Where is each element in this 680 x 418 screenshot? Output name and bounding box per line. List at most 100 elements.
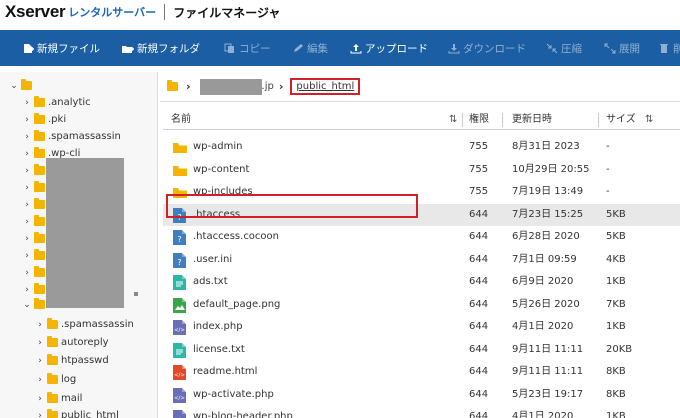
- file-modified: 4月1日 2020: [512, 321, 574, 332]
- tree-item[interactable]: › autoreply: [36, 334, 109, 351]
- tree-item[interactable]: ›: [23, 264, 48, 281]
- chevron-right-icon[interactable]: ›: [36, 338, 44, 348]
- tree-item[interactable]: › public_html: [36, 407, 119, 418]
- tree-item[interactable]: ›: [23, 247, 48, 264]
- sort-icon[interactable]: ⇅: [449, 110, 457, 130]
- unknown-file-icon: ?: [173, 252, 187, 268]
- tree-item[interactable]: ›: [23, 213, 48, 230]
- table-row[interactable]: wp-admin 755 8月31日 2023 -: [163, 136, 680, 158]
- toolbar-button-new-folder[interactable]: 新規フォルダ: [116, 30, 206, 66]
- tree-item-label: htpasswd: [61, 355, 109, 366]
- table-row[interactable]: </> wp-activate.php 644 5月23日 19:17 8KB: [163, 384, 680, 406]
- chevron-right-icon[interactable]: ›: [23, 217, 31, 227]
- chevron-right-icon[interactable]: ›: [36, 375, 44, 385]
- chevron-right-icon[interactable]: ›: [23, 200, 31, 210]
- table-row[interactable]: </> readme.html 644 9月11日 11:11 8KB: [163, 361, 680, 383]
- chevron-right-icon[interactable]: ›: [23, 251, 31, 261]
- column-header-modified[interactable]: 更新日時: [512, 110, 552, 130]
- redacted-domain[interactable]: [199, 78, 262, 95]
- table-row[interactable]: default_page.png 644 5月26日 2020 7KB: [163, 294, 680, 316]
- toolbar-button-label: ダウンロード: [463, 42, 526, 55]
- file-size: -: [606, 141, 610, 152]
- toolbar-button-copy[interactable]: コピー: [218, 30, 277, 66]
- folder-icon: [21, 79, 32, 90]
- chevron-right-icon[interactable]: ›: [23, 166, 31, 176]
- chevron-right-icon[interactable]: ›: [23, 149, 31, 159]
- code-file-icon: </>: [173, 387, 187, 403]
- toolbar-button-new-file[interactable]: 新規ファイル: [16, 30, 106, 66]
- sort-icon[interactable]: ⇅: [645, 110, 653, 130]
- chevron-right-icon[interactable]: ›: [36, 356, 44, 366]
- file-modified: 5月26日 2020: [512, 298, 580, 310]
- file-size: 8KB: [606, 366, 626, 377]
- file-permission: 755: [469, 163, 489, 175]
- redacted-region: [46, 158, 124, 308]
- chevron-right-icon[interactable]: ›: [23, 132, 31, 142]
- toolbar-button-upload[interactable]: アップロード: [344, 30, 434, 66]
- file-size: 5KB: [606, 231, 626, 242]
- file-permission: 644: [469, 366, 489, 377]
- chevron-right-icon[interactable]: ›: [36, 411, 44, 418]
- tree-item[interactable]: › .pki: [23, 111, 66, 128]
- compress-icon: [546, 43, 558, 54]
- chevron-right-icon[interactable]: ›: [23, 234, 31, 244]
- file-size: 1KB: [606, 411, 626, 418]
- tree-item[interactable]: ›: [23, 179, 48, 196]
- table-row[interactable]: </> index.php 644 4月1日 2020 1KB: [163, 316, 680, 338]
- tree-item[interactable]: ›: [23, 162, 48, 179]
- table-row[interactable]: ? .user.ini 644 7月1日 09:59 4KB: [163, 249, 680, 271]
- column-header-size[interactable]: サイズ: [606, 110, 636, 130]
- chevron-right-icon[interactable]: ›: [36, 394, 44, 404]
- chevron-down-icon[interactable]: ⌄: [10, 81, 18, 91]
- chevron-right-icon[interactable]: ›: [36, 320, 44, 330]
- tree-item[interactable]: › .wp-cli: [23, 145, 80, 162]
- tree-item[interactable]: › .spamassassin: [23, 128, 121, 145]
- folder-icon: [47, 318, 58, 329]
- tree-item[interactable]: ›: [23, 230, 48, 247]
- file-permission: 644: [469, 253, 489, 265]
- chevron-right-icon[interactable]: ›: [23, 285, 31, 295]
- file-permission: 755: [469, 141, 489, 152]
- tree-item[interactable]: ⌄: [23, 296, 48, 313]
- column-header-name[interactable]: 名前: [171, 110, 191, 130]
- folder-icon: [47, 409, 58, 418]
- breadcrumb-domain-suffix[interactable]: .jp: [262, 81, 274, 92]
- tree-item[interactable]: › log: [36, 371, 76, 388]
- toolbar-button-delete[interactable]: 削除: [652, 30, 680, 66]
- file-name: wp-admin: [193, 141, 243, 152]
- brand-logo[interactable]: Xserver: [5, 2, 66, 22]
- table-row[interactable]: wp-content 755 10月29日 20:55 -: [163, 159, 680, 181]
- chevron-right-icon[interactable]: ›: [23, 183, 31, 193]
- toolbar-button-extract[interactable]: 展開: [598, 30, 646, 66]
- table-row[interactable]: wp-includes 755 7月19日 13:49 -: [163, 181, 680, 203]
- breadcrumb-current[interactable]: public_html: [290, 78, 361, 95]
- table-row[interactable]: ? .htaccess 644 7月23日 15:25 5KB: [163, 203, 680, 226]
- toolbar-button-edit[interactable]: 編集: [286, 30, 334, 66]
- chevron-right-icon[interactable]: ›: [23, 98, 31, 108]
- tree-item[interactable]: › .analytic: [23, 94, 91, 111]
- tree-item-label: .spamassassin: [48, 131, 121, 142]
- extract-icon: [604, 43, 616, 54]
- file-modified: 7月23日 15:25: [512, 208, 584, 220]
- toolbar-button-label: 新規フォルダ: [137, 42, 200, 55]
- file-modified: 6月28日 2020: [512, 231, 580, 242]
- chevron-down-icon[interactable]: ⌄: [23, 300, 31, 310]
- toolbar-button-compress[interactable]: 圧縮: [540, 30, 588, 66]
- tree-item[interactable]: › htpasswd: [36, 352, 109, 369]
- tree-item[interactable]: › mail: [36, 390, 82, 407]
- table-row[interactable]: ads.txt 644 6月9日 2020 1KB: [163, 271, 680, 293]
- tree-item-label: .analytic: [48, 97, 91, 108]
- tree-item-label: mail: [61, 393, 83, 404]
- table-row[interactable]: </> wp-blog-header.php 644 4月1日 2020 1KB: [163, 406, 680, 418]
- toolbar-button-download[interactable]: ダウンロード: [442, 30, 532, 66]
- table-row[interactable]: license.txt 644 9月11日 11:11 20KB: [163, 339, 680, 361]
- chevron-right-icon[interactable]: ›: [23, 268, 31, 278]
- home-folder-icon[interactable]: [167, 80, 178, 91]
- tree-item[interactable]: ›: [23, 196, 48, 213]
- column-header-permission[interactable]: 権限: [469, 110, 489, 130]
- chevron-right-icon[interactable]: ›: [23, 115, 31, 125]
- new-folder-icon: [122, 43, 134, 54]
- tree-item[interactable]: › .spamassassin: [36, 316, 134, 333]
- table-row[interactable]: ? .htaccess.cocoon 644 6月28日 2020 5KB: [163, 226, 680, 248]
- tree-item[interactable]: ⌄: [10, 77, 35, 94]
